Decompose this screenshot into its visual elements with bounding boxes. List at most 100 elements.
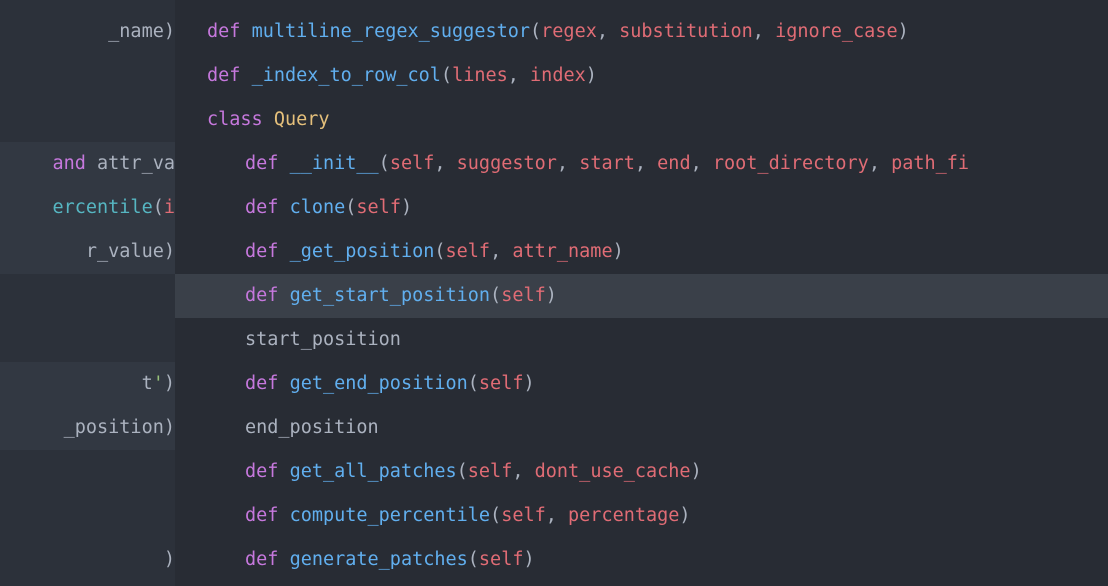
outline-item[interactable]: def generate_patches(self)	[175, 538, 1108, 582]
keyword-def: def	[245, 373, 278, 394]
keyword-def: def	[207, 65, 240, 86]
outline-item[interactable]: def multiline_regex_suggestor(regex, sub…	[175, 10, 1108, 54]
param: regex	[541, 21, 597, 42]
paren-close: )	[586, 65, 597, 86]
left-kw: and	[52, 153, 85, 174]
left-paren: )	[164, 21, 175, 42]
left-text: t	[142, 373, 153, 394]
keyword-def: def	[207, 21, 240, 42]
paren-open: (	[490, 285, 501, 306]
comma: ,	[512, 461, 534, 482]
left-row: )	[0, 538, 175, 582]
function-name: generate_patches	[290, 549, 468, 570]
outline-item[interactable]: def get_start_position(self)	[175, 274, 1108, 318]
left-row-empty	[0, 450, 175, 494]
left-paren: )	[164, 549, 175, 570]
paren-open: (	[379, 153, 390, 174]
outline-item[interactable]: end_position	[175, 406, 1108, 450]
param: self	[479, 549, 524, 570]
param: self	[479, 373, 524, 394]
param: suggestor	[457, 153, 557, 174]
outline-item[interactable]: def _index_to_row_col(lines, index)	[175, 54, 1108, 98]
left-row: and attr_va	[0, 142, 175, 186]
outline-item[interactable]: def __init__(self, suggestor, start, end…	[175, 142, 1108, 186]
left-paren: )	[164, 373, 175, 394]
left-row: _name)	[0, 10, 175, 54]
function-name: multiline_regex_suggestor	[252, 21, 530, 42]
paren-close: )	[898, 21, 909, 42]
left-arg: i	[164, 197, 175, 218]
code-outline-pane[interactable]: def multiline_regex_suggestor(regex, sub…	[175, 0, 1108, 586]
left-text: _position	[64, 417, 164, 438]
paren-close: )	[613, 241, 624, 262]
param: self	[468, 461, 513, 482]
outline-item[interactable]: class Query	[175, 98, 1108, 142]
paren-open: (	[530, 21, 541, 42]
left-text: attr_va	[86, 153, 175, 174]
comma: ,	[557, 153, 579, 174]
paren-open: (	[457, 461, 468, 482]
comma: ,	[490, 241, 512, 262]
param: attr_name	[512, 241, 612, 262]
outline-item[interactable]: def compute_percentile(self, percentage)	[175, 494, 1108, 538]
left-row-empty	[0, 494, 175, 538]
paren-close: )	[523, 549, 534, 570]
paren-open: (	[468, 373, 479, 394]
outline-item[interactable]: def get_all_patches(self, dont_use_cache…	[175, 450, 1108, 494]
param: substitution	[619, 21, 753, 42]
param: root_directory	[713, 153, 869, 174]
left-text: _name	[108, 21, 164, 42]
param: end	[657, 153, 690, 174]
function-name: get_start_position	[290, 285, 490, 306]
identifier: end_position	[245, 417, 379, 438]
comma: ,	[434, 153, 456, 174]
keyword-def: def	[245, 285, 278, 306]
keyword-class: class	[207, 109, 263, 130]
keyword-def: def	[245, 197, 278, 218]
outline-item[interactable]: def clone(self)	[175, 186, 1108, 230]
param: self	[501, 505, 546, 526]
keyword-def: def	[245, 505, 278, 526]
outline-item[interactable]: start_position	[175, 318, 1108, 362]
left-row: _position)	[0, 406, 175, 450]
function-name: get_end_position	[290, 373, 468, 394]
paren-open: (	[468, 549, 479, 570]
comma: ,	[691, 153, 713, 174]
left-row: t')	[0, 362, 175, 406]
outline-item[interactable]: def _get_position(self, attr_name)	[175, 230, 1108, 274]
comma: ,	[597, 21, 619, 42]
function-name: compute_percentile	[290, 505, 490, 526]
left-str: '	[153, 373, 164, 394]
identifier: start_position	[245, 329, 401, 350]
left-paren: )	[164, 417, 175, 438]
param: percentage	[568, 505, 679, 526]
function-name: clone	[290, 197, 346, 218]
editor-left-pane: _name) and attr_va ercentile(i r_value) …	[0, 0, 175, 586]
paren-open: (	[441, 65, 452, 86]
comma: ,	[869, 153, 891, 174]
outline-item[interactable]: def get_end_position(self)	[175, 362, 1108, 406]
left-paren: )	[164, 241, 175, 262]
paren-close: )	[401, 197, 412, 218]
param: self	[501, 285, 546, 306]
function-name: _get_position	[290, 241, 435, 262]
left-row-empty	[0, 54, 175, 98]
param: lines	[452, 65, 508, 86]
keyword-def: def	[245, 153, 278, 174]
paren-open: (	[490, 505, 501, 526]
param: self	[356, 197, 401, 218]
paren-close: )	[546, 285, 557, 306]
param: dont_use_cache	[535, 461, 691, 482]
paren-close: )	[691, 461, 702, 482]
left-row-empty	[0, 274, 175, 318]
param: index	[530, 65, 586, 86]
function-name: _index_to_row_col	[252, 65, 441, 86]
left-paren: (	[153, 197, 164, 218]
param: path_fi	[891, 153, 969, 174]
left-fn: ercentile	[52, 197, 152, 218]
function-name: __init__	[290, 153, 379, 174]
comma: ,	[753, 21, 775, 42]
paren-close: )	[679, 505, 690, 526]
param: start	[579, 153, 635, 174]
paren-close: )	[523, 373, 534, 394]
